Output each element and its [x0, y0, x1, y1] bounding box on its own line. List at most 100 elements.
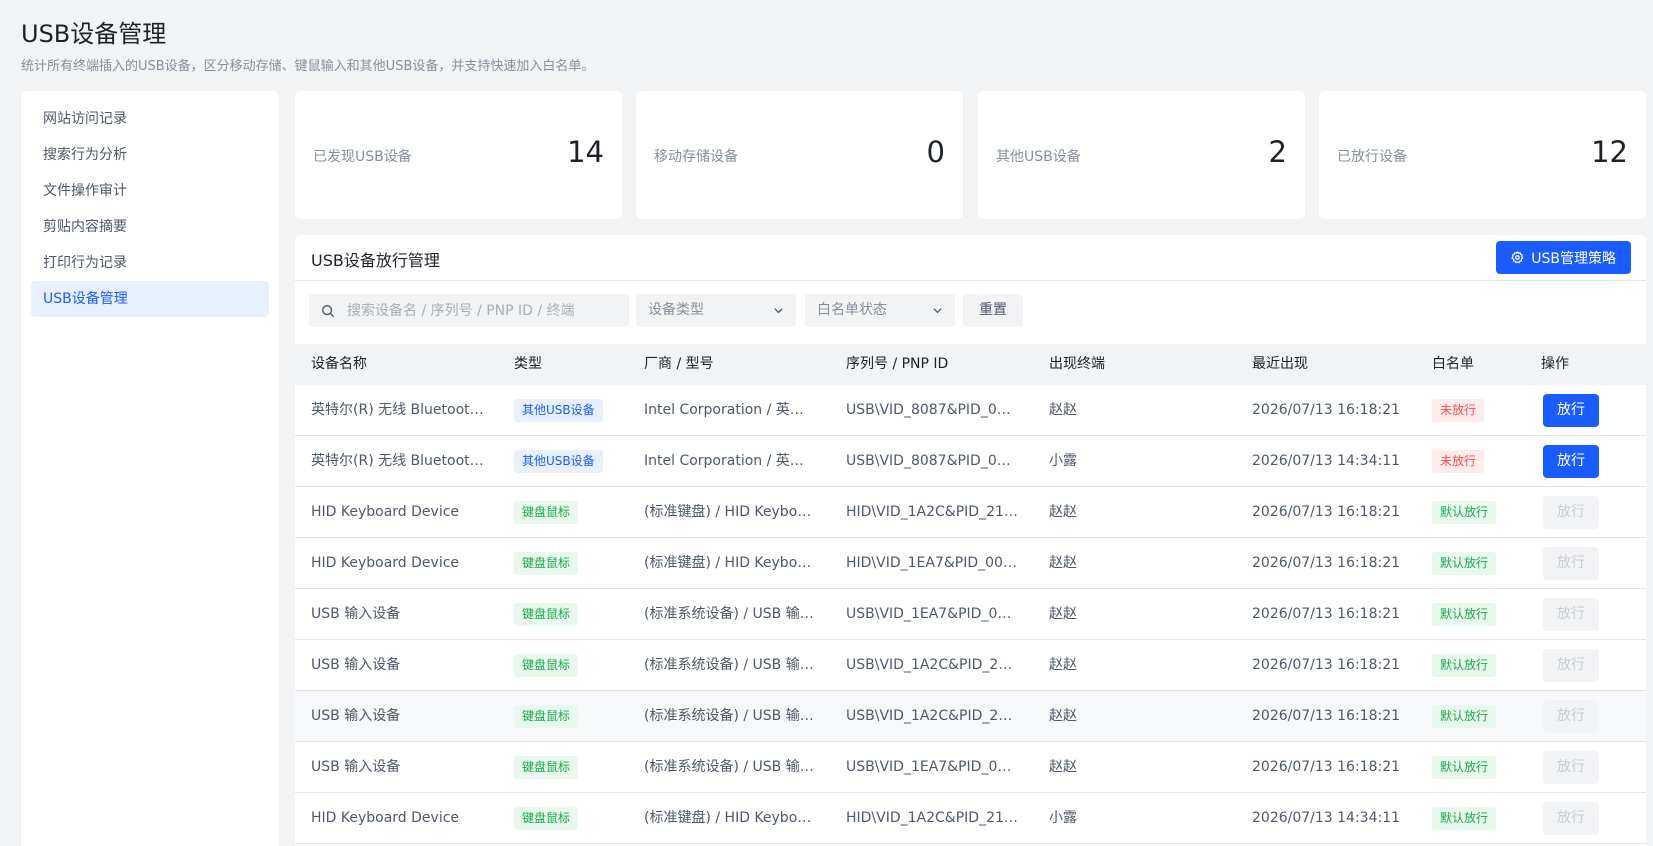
device-type-badge: 键盘鼠标 [514, 654, 579, 677]
stat-label: 其他USB设备 [996, 149, 1081, 165]
table-row: USB 输入设备 (标准系统设备) / USB 输入设备 USB\VID_1EA7&… [295, 589, 1646, 640]
column-header-name: 设备名称 [311, 356, 367, 372]
cell-serial-pnp: USB\VID_8087&PID_0026 [846, 402, 1018, 418]
device-type-badge: 键盘鼠标 [514, 807, 579, 830]
table-row: USB 输入设备 (标准系统设备) / USB 输入设备 USB\VID_1A2C&… [295, 640, 1646, 691]
column-header-last-seen: 最近出现 [1252, 356, 1308, 372]
stat-label: 已发现USB设备 [313, 149, 412, 165]
cell-vendor-model: (标准系统设备) / USB 输入设备 [644, 657, 816, 673]
cell-last-seen: 2026/07/13 16:18:21 [1252, 555, 1401, 571]
column-header-serial: 序列号 / PNP ID [846, 356, 949, 372]
table-body: 英特尔(R) 无线 Bluetooth(R) Intel Corporation … [295, 385, 1646, 844]
cell-last-seen: 2026/07/13 16:18:21 [1252, 504, 1401, 520]
whitelist-status-select-value: 白名单状态 [817, 302, 887, 318]
allow-button: 放行 [1543, 700, 1599, 733]
whitelist-status-badge: 默认放行 [1432, 552, 1497, 575]
cell-serial-pnp: USB\VID_1EA7&PID_0066 [846, 759, 1018, 775]
stat-label: 已放行设备 [1337, 149, 1407, 165]
whitelist-status-select[interactable]: 白名单状态 [805, 294, 955, 327]
device-type-badge: 键盘鼠标 [514, 501, 579, 524]
stat-value: 14 [567, 135, 604, 169]
page-subtitle: 统计所有终端插入的USB设备，区分移动存储、键鼠输入和其他USB设备，并支持快速… [21, 59, 595, 74]
gear-icon [1511, 251, 1524, 264]
sidebar-item-usb[interactable]: USB设备管理 [31, 281, 269, 317]
cell-vendor-model: Intel Corporation / 英特尔(R) 无线 Bluetooth(… [644, 453, 816, 469]
cell-device-name: USB 输入设备 [311, 606, 401, 622]
cell-last-seen: 2026/07/13 16:18:21 [1252, 606, 1401, 622]
stat-card-discovered: 已发现USB设备 14 [295, 91, 622, 219]
cell-serial-pnp: HID\VID_1A2C&PID_2124 [846, 810, 1018, 826]
sidebar-item-website-visits[interactable]: 网站访问记录 [31, 101, 269, 137]
cell-last-seen: 2026/07/13 16:18:21 [1252, 759, 1401, 775]
table-row: 英特尔(R) 无线 Bluetooth(R) Intel Corporation … [295, 385, 1646, 436]
table-row: USB 输入设备 (标准系统设备) / USB 输入设备 USB\VID_1EA7&… [295, 742, 1646, 793]
cell-last-seen: 2026/07/13 16:18:21 [1252, 402, 1401, 418]
table-row: HID Keyboard Device (标准键盘) / HID Keyboard… [295, 487, 1646, 538]
table-row: 英特尔(R) 无线 Bluetooth(R) Intel Corporation … [295, 436, 1646, 487]
stat-label: 移动存储设备 [654, 149, 738, 165]
usb-policy-button-label: USB管理策略 [1531, 250, 1616, 267]
table-row: HID Keyboard Device (标准键盘) / HID Keyboard… [295, 793, 1646, 844]
cell-terminal: 赵赵 [1049, 759, 1077, 775]
allow-button: 放行 [1543, 598, 1599, 631]
stat-value: 0 [926, 135, 945, 169]
cell-serial-pnp: HID\VID_1A2C&PID_2124 [846, 504, 1018, 520]
sidebar-item-clipboard[interactable]: 剪贴内容摘要 [31, 209, 269, 245]
usb-policy-button[interactable]: USB管理策略 [1496, 241, 1631, 274]
cell-terminal: 小露 [1049, 453, 1077, 469]
cell-last-seen: 2026/07/13 16:18:21 [1252, 657, 1401, 673]
sidebar-item-print[interactable]: 打印行为记录 [31, 245, 269, 281]
cell-last-seen: 2026/07/13 16:18:21 [1252, 708, 1401, 724]
cell-serial-pnp: HID\VID_1EA7&PID_0066 [846, 555, 1018, 571]
cell-device-name: 英特尔(R) 无线 Bluetooth(R) [311, 453, 491, 469]
cell-device-name: HID Keyboard Device [311, 810, 460, 826]
panel-title: USB设备放行管理 [311, 251, 440, 270]
device-type-badge: 键盘鼠标 [514, 603, 579, 626]
device-type-select-value: 设备类型 [648, 302, 704, 318]
allow-button: 放行 [1543, 496, 1599, 529]
whitelist-status-badge: 默认放行 [1432, 501, 1497, 524]
cell-vendor-model: (标准键盘) / HID Keyboard Device [644, 810, 816, 826]
whitelist-status-badge: 默认放行 [1432, 807, 1497, 830]
device-type-badge: 键盘鼠标 [514, 705, 579, 728]
stat-card-allowed: 已放行设备 12 [1319, 91, 1646, 219]
reset-button[interactable]: 重置 [963, 294, 1023, 327]
device-type-badge: 其他USB设备 [514, 399, 603, 422]
allow-button[interactable]: 放行 [1543, 394, 1599, 427]
cell-device-name: USB 输入设备 [311, 759, 401, 775]
cell-device-name: HID Keyboard Device [311, 555, 460, 571]
panel-header: USB设备放行管理 USB管理策略 [295, 235, 1646, 281]
cell-vendor-model: (标准系统设备) / USB 输入设备 [644, 606, 816, 622]
chevron-down-icon [933, 308, 942, 314]
allow-button: 放行 [1543, 751, 1599, 784]
table-header: 设备名称 类型 厂商 / 型号 序列号 / PNP ID 出现终端 最近出现 白… [295, 344, 1646, 385]
device-type-select[interactable]: 设备类型 [636, 294, 796, 327]
sidebar: 网站访问记录 搜索行为分析 文件操作审计 剪贴内容摘要 打印行为记录 USB设备… [21, 91, 279, 846]
table-row: HID Keyboard Device (标准键盘) / HID Keyboard… [295, 538, 1646, 589]
cell-terminal: 赵赵 [1049, 606, 1077, 622]
sidebar-item-file-audit[interactable]: 文件操作审计 [31, 173, 269, 209]
usb-allow-panel: USB设备放行管理 USB管理策略 设备类型 白名单状态 重置 设备名称 类型 [295, 235, 1646, 846]
whitelist-status-badge: 默认放行 [1432, 654, 1497, 677]
cell-vendor-model: (标准系统设备) / USB 输入设备 [644, 759, 816, 775]
cell-last-seen: 2026/07/13 14:34:11 [1252, 810, 1401, 826]
cell-device-name: HID Keyboard Device [311, 504, 460, 520]
allow-button[interactable]: 放行 [1543, 445, 1599, 478]
sidebar-item-search-analysis[interactable]: 搜索行为分析 [31, 137, 269, 173]
cell-device-name: USB 输入设备 [311, 657, 401, 673]
column-header-whitelist: 白名单 [1432, 356, 1474, 372]
search-box [309, 294, 629, 327]
column-header-terminal: 出现终端 [1049, 356, 1105, 372]
page-header: USB设备管理 统计所有终端插入的USB设备，区分移动存储、键鼠输入和其他USB… [21, 18, 594, 76]
filter-bar: 设备类型 白名单状态 重置 [295, 281, 1646, 344]
cell-vendor-model: (标准系统设备) / USB 输入设备 [644, 708, 816, 724]
device-type-badge: 键盘鼠标 [514, 552, 579, 575]
cell-terminal: 赵赵 [1049, 555, 1077, 571]
cell-last-seen: 2026/07/13 14:34:11 [1252, 453, 1401, 469]
cell-terminal: 赵赵 [1049, 708, 1077, 724]
stat-card-removable: 移动存储设备 0 [636, 91, 963, 219]
column-header-action: 操作 [1541, 356, 1569, 372]
search-icon [322, 304, 335, 317]
search-input[interactable] [347, 302, 617, 319]
whitelist-status-badge: 默认放行 [1432, 756, 1497, 779]
